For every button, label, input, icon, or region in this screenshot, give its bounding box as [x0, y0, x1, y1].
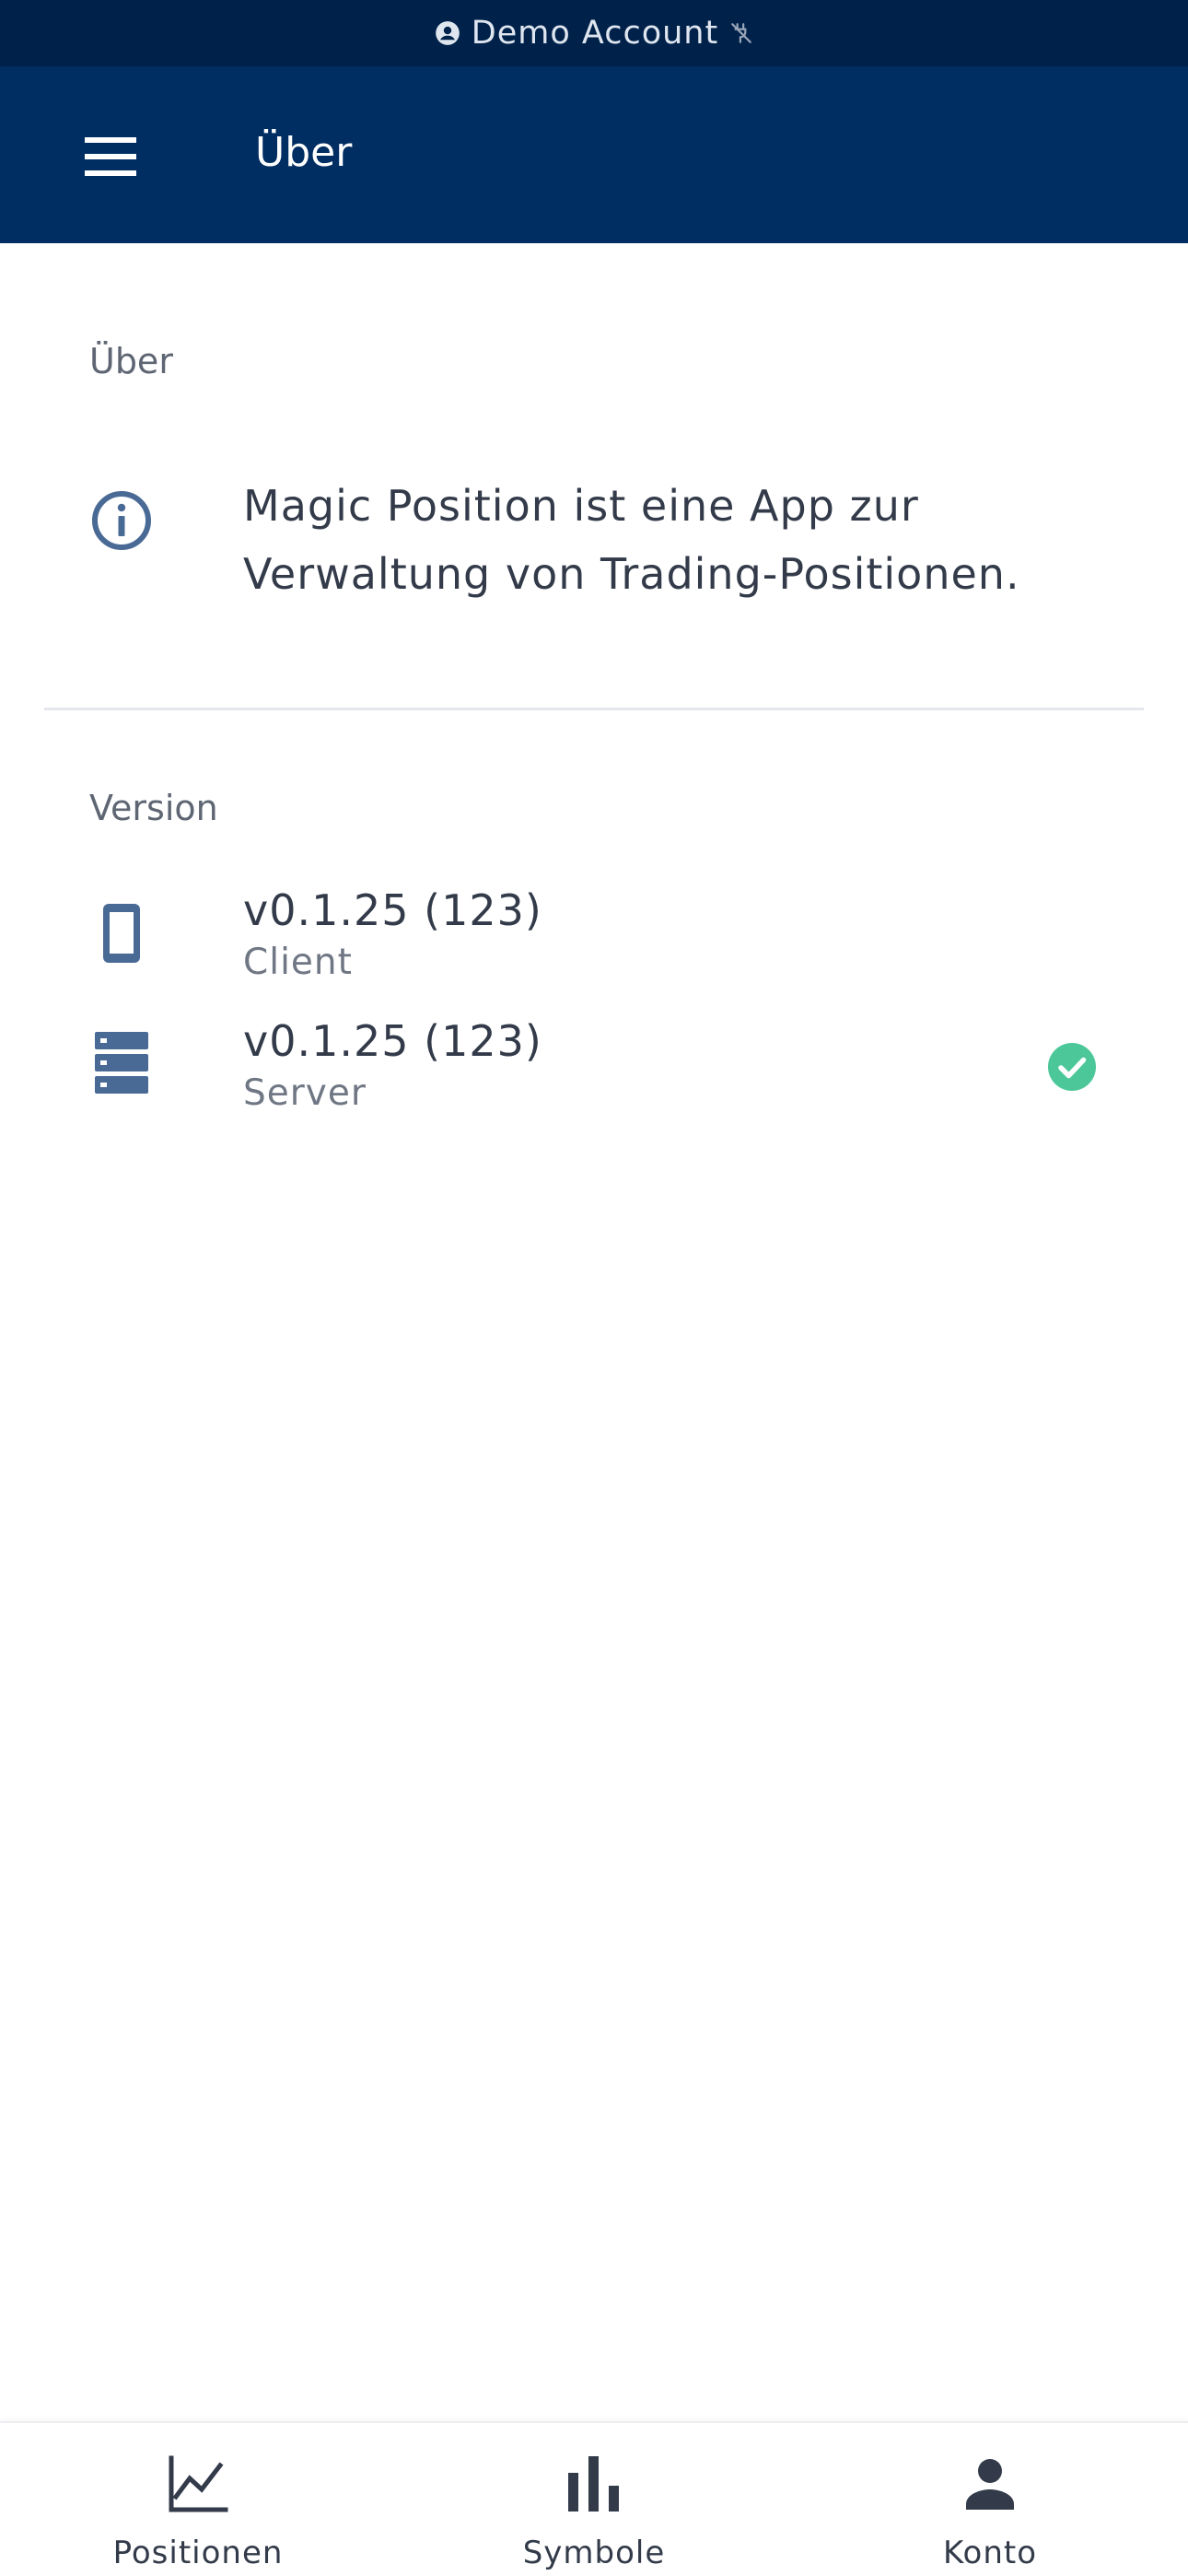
demo-account-banner: Demo Account: [0, 0, 1188, 66]
phone-icon: [89, 901, 154, 966]
demo-account-label: Demo Account: [471, 15, 719, 52]
nav-item-symbole[interactable]: Symbole: [396, 2423, 792, 2576]
section-divider: [44, 708, 1144, 710]
nav-item-positionen[interactable]: Positionen: [0, 2423, 396, 2576]
about-screen: Demo Account Über Über Magic Position is…: [0, 0, 1188, 2576]
disconnected-icon: [729, 21, 753, 45]
check-circle-icon: [1046, 1041, 1098, 1093]
account-circle-icon: [435, 20, 460, 46]
menu-icon: [85, 137, 136, 180]
nav-label-positionen: Positionen: [112, 2535, 284, 2571]
client-version-label: Client: [243, 942, 353, 983]
info-icon: [89, 488, 154, 553]
menu-button[interactable]: [70, 118, 151, 199]
version-section-header: Version: [89, 788, 218, 828]
server-version-label: Server: [243, 1072, 367, 1114]
page-title: Über: [255, 129, 353, 176]
about-section-header: Über: [89, 341, 173, 381]
nav-item-konto[interactable]: Konto: [792, 2423, 1188, 2576]
server-icon: [89, 1032, 154, 1096]
bar-chart-icon: [561, 2451, 627, 2517]
bottom-navigation: Positionen Symbole Konto: [0, 2421, 1188, 2576]
version-item-client: v0.1.25 (123) Client: [0, 875, 1188, 1004]
nav-label-symbole: Symbole: [522, 2535, 666, 2571]
client-version-value: v0.1.25 (123): [243, 885, 542, 935]
version-item-server: v0.1.25 (123) Server: [0, 1008, 1188, 1137]
about-description: Magic Position ist eine App zur Verwaltu…: [243, 481, 1020, 599]
server-version-value: v0.1.25 (123): [243, 1016, 542, 1066]
chart-line-icon: [165, 2451, 231, 2517]
nav-label-konto: Konto: [942, 2535, 1038, 2571]
person-icon: [957, 2451, 1023, 2517]
app-bar: Über: [0, 66, 1188, 243]
